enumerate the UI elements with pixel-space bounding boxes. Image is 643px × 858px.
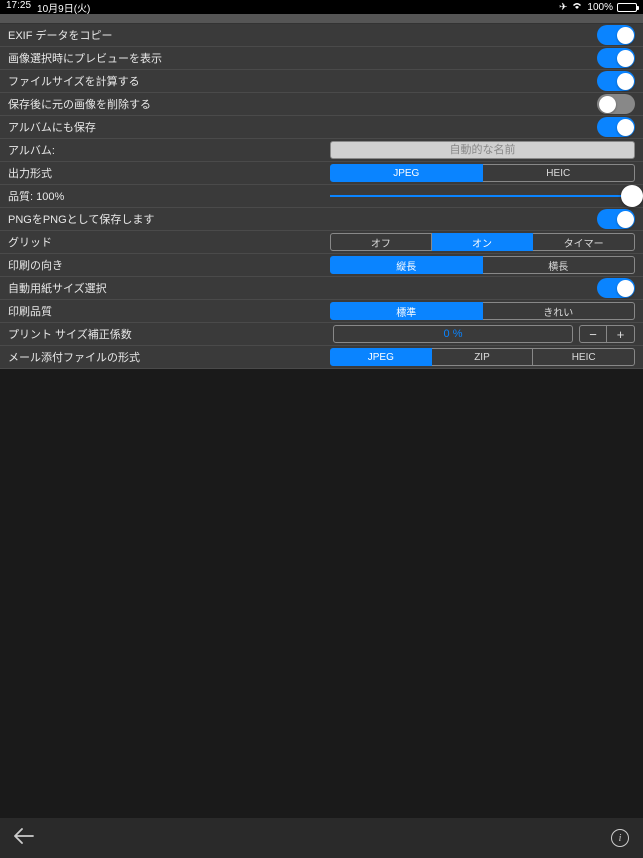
row-correction: プリント サイズ補正係数 0 % − + xyxy=(0,323,643,346)
battery-pct: 100% xyxy=(587,2,613,13)
input-album-name[interactable]: 自動的な名前 xyxy=(330,141,635,159)
seg-mail-zip[interactable]: ZIP xyxy=(432,348,534,366)
seg-grid: オフ オン タイマー xyxy=(330,233,635,251)
seg-mail-jpeg[interactable]: JPEG xyxy=(330,348,432,366)
seg-print-quality: 標準 きれい xyxy=(330,302,635,320)
stepper-plus[interactable]: + xyxy=(607,325,635,343)
label-orientation: 印刷の向き xyxy=(8,257,330,273)
battery-icon xyxy=(617,3,637,12)
label-output-format: 出力形式 xyxy=(8,165,330,181)
row-preview: 画像選択時にプレビューを表示 xyxy=(0,47,643,70)
seg-grid-off[interactable]: オフ xyxy=(330,233,432,251)
seg-mail: JPEG ZIP HEIC xyxy=(330,348,635,366)
seg-grid-timer[interactable]: タイマー xyxy=(533,233,635,251)
seg-orientation: 縦長 横長 xyxy=(330,256,635,274)
label-grid: グリッド xyxy=(8,234,330,250)
status-date: 10月9日(火) xyxy=(37,0,90,15)
slider-thumb[interactable] xyxy=(621,185,643,207)
label-print-quality: 印刷品質 xyxy=(8,303,330,319)
row-grid: グリッド オフ オン タイマー xyxy=(0,231,643,254)
label-auto-paper: 自動用紙サイズ選択 xyxy=(8,280,597,296)
slider-quality[interactable] xyxy=(330,195,635,197)
label-save-album: アルバムにも保存 xyxy=(8,119,597,135)
toggle-png[interactable] xyxy=(597,209,635,229)
toggle-filesize[interactable] xyxy=(597,71,635,91)
stepper-minus[interactable]: − xyxy=(579,325,607,343)
seg-output-format: JPEG HEIC xyxy=(330,164,635,182)
toggle-auto-paper[interactable] xyxy=(597,278,635,298)
toggle-delete-after[interactable] xyxy=(597,94,635,114)
row-save-album: アルバムにも保存 xyxy=(0,116,643,139)
seg-pq-standard[interactable]: 標準 xyxy=(330,302,483,320)
seg-orientation-landscape[interactable]: 横長 xyxy=(483,256,636,274)
label-album: アルバム: xyxy=(8,142,330,158)
correction-value[interactable]: 0 % xyxy=(333,325,573,343)
settings-list: EXIF データをコピー 画像選択時にプレビューを表示 ファイルサイズを計算する… xyxy=(0,24,643,369)
status-time: 17:25 xyxy=(6,0,31,15)
row-album-name: アルバム: 自動的な名前 xyxy=(0,139,643,162)
label-quality: 品質: 100% xyxy=(8,188,330,204)
row-delete-after: 保存後に元の画像を削除する xyxy=(0,93,643,116)
row-print-quality: 印刷品質 標準 きれい xyxy=(0,300,643,323)
wifi-icon xyxy=(571,1,583,13)
row-mail-format: メール添付ファイルの形式 JPEG ZIP HEIC xyxy=(0,346,643,369)
stepper-correction: − + xyxy=(579,325,635,343)
label-delete-after: 保存後に元の画像を削除する xyxy=(8,96,597,112)
toggle-save-album[interactable] xyxy=(597,117,635,137)
seg-output-heic[interactable]: HEIC xyxy=(483,164,636,182)
label-png: PNGをPNGとして保存します xyxy=(8,211,597,227)
label-preview: 画像選択時にプレビューを表示 xyxy=(8,50,597,66)
row-orientation: 印刷の向き 縦長 横長 xyxy=(0,254,643,277)
header-strip xyxy=(0,14,643,24)
label-mail-format: メール添付ファイルの形式 xyxy=(8,349,330,365)
info-button[interactable]: i xyxy=(611,829,629,847)
row-png: PNGをPNGとして保存します xyxy=(0,208,643,231)
row-auto-paper: 自動用紙サイズ選択 xyxy=(0,277,643,300)
label-correction: プリント サイズ補正係数 xyxy=(8,326,333,342)
seg-grid-on[interactable]: オン xyxy=(432,233,534,251)
back-button[interactable] xyxy=(14,827,34,850)
status-bar: 17:25 10月9日(火) ✈ 100% xyxy=(0,0,643,14)
label-filesize: ファイルサイズを計算する xyxy=(8,73,597,89)
toggle-copy-exif[interactable] xyxy=(597,25,635,45)
seg-mail-heic[interactable]: HEIC xyxy=(533,348,635,366)
seg-orientation-portrait[interactable]: 縦長 xyxy=(330,256,483,274)
row-output-format: 出力形式 JPEG HEIC xyxy=(0,162,643,185)
airplane-icon: ✈ xyxy=(559,2,567,13)
label-copy-exif: EXIF データをコピー xyxy=(8,27,597,43)
toggle-preview[interactable] xyxy=(597,48,635,68)
seg-pq-fine[interactable]: きれい xyxy=(483,302,636,320)
footer-bar: i xyxy=(0,818,643,858)
row-copy-exif: EXIF データをコピー xyxy=(0,24,643,47)
row-quality: 品質: 100% xyxy=(0,185,643,208)
seg-output-jpeg[interactable]: JPEG xyxy=(330,164,483,182)
row-filesize: ファイルサイズを計算する xyxy=(0,70,643,93)
